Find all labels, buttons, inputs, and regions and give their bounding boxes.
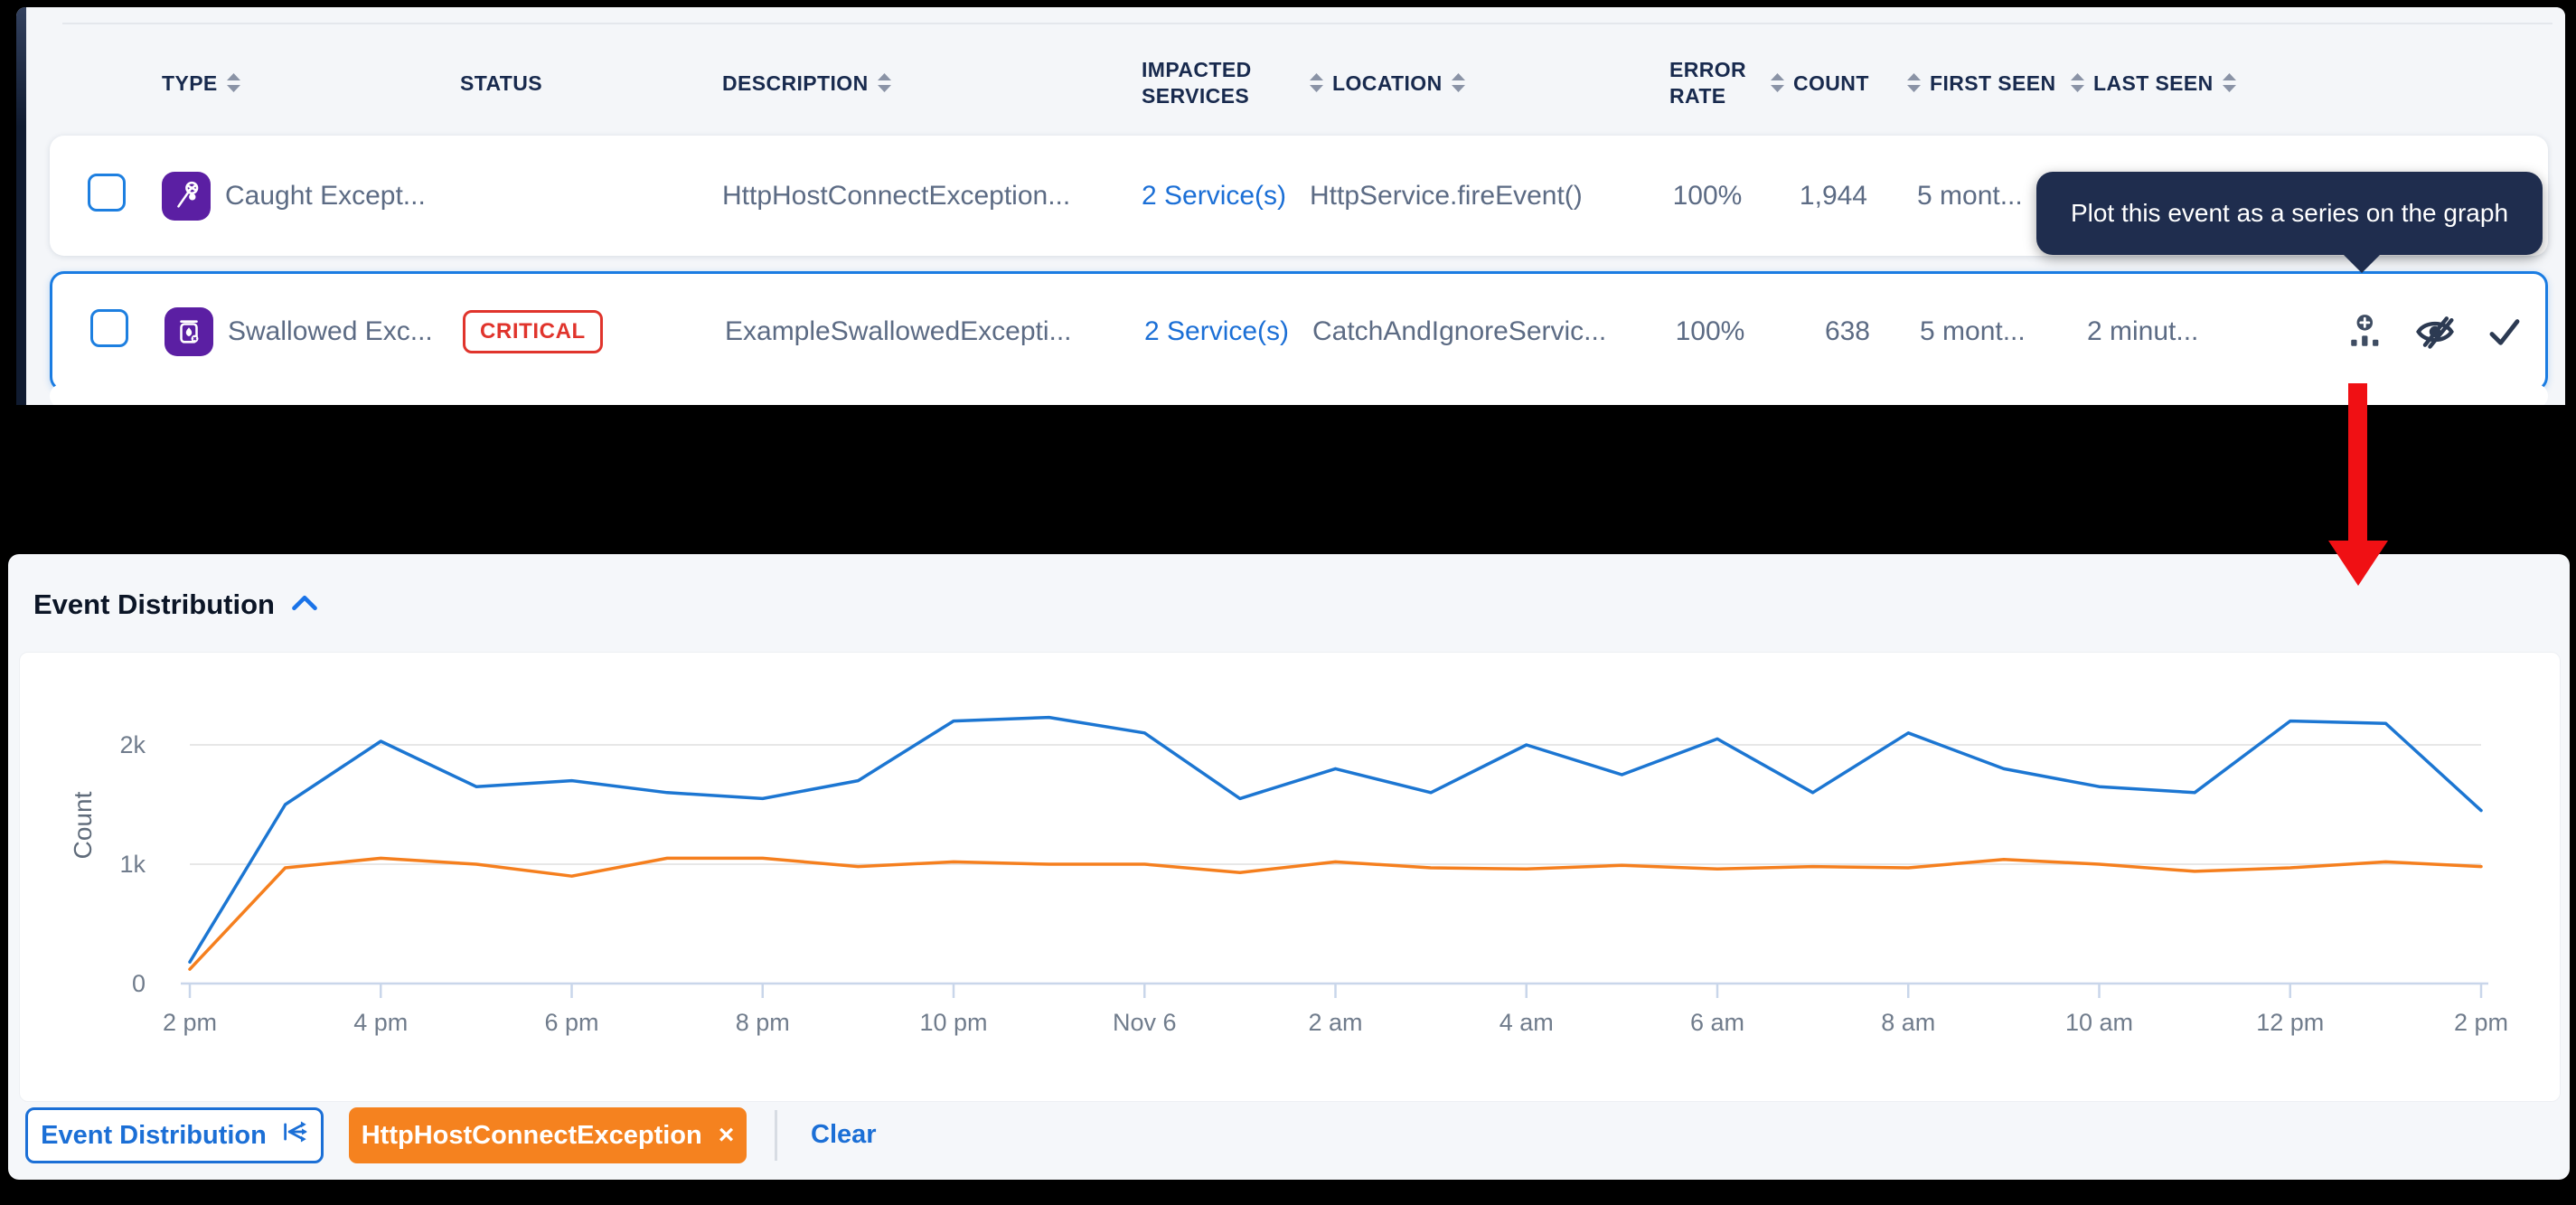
plot-event-tooltip: Plot this event as a series on the graph (2036, 172, 2543, 255)
column-header-count[interactable]: COUNT (1771, 71, 1893, 96)
column-header-status: STATUS (460, 71, 722, 96)
series-button-event-distribution[interactable]: Event Distribution (25, 1107, 324, 1163)
row-last-seen: 2 minut... (2063, 316, 2307, 347)
column-label-error-rate: ERROR RATE (1669, 57, 1760, 109)
row-location: HttpService.fireEvent() (1310, 181, 1644, 212)
sort-icon[interactable] (1452, 73, 1465, 93)
row-type-label: Caught Except... (225, 181, 426, 212)
next-row-partial (50, 384, 2548, 405)
sidebar-edge (16, 7, 26, 405)
row-location: CatchAndIgnoreServic... (1312, 316, 1647, 347)
column-label-location: LOCATION (1332, 71, 1443, 96)
row-type-label: Swallowed Exc... (228, 316, 433, 347)
sort-icon[interactable] (2071, 73, 2084, 93)
impacted-services-link[interactable]: 2 Service(s) (1123, 316, 1312, 347)
column-label-type: TYPE (162, 71, 218, 96)
chart-legend-row: Event Distribution HttpHostConnectExcept… (8, 1107, 2570, 1167)
clear-series-link[interactable]: Clear (811, 1120, 877, 1150)
row-first-seen: 5 mont... (1893, 181, 2060, 212)
resolve-check-icon[interactable] (2486, 312, 2524, 352)
column-header-impacted-services: IMPACTED SERVICES (1120, 57, 1277, 109)
table-header-row: TYPE STATUS DESCRIPTION IMPACTED SERVICE… (50, 34, 2544, 132)
row-count: 638 (1773, 316, 1895, 347)
column-header-location[interactable]: LOCATION (1310, 71, 1644, 96)
row-count: 1,944 (1771, 181, 1893, 212)
column-header-first-seen[interactable]: FIRST SEEN (1893, 71, 2060, 96)
column-label-first-seen: FIRST SEEN (1930, 71, 2055, 96)
sort-icon[interactable] (227, 73, 240, 93)
plot-series-icon[interactable] (2346, 312, 2384, 352)
sort-icon[interactable] (1907, 73, 1921, 93)
collapse-chevron-icon[interactable] (291, 588, 318, 621)
chart-card (19, 652, 2561, 1102)
annotation-arrow-head (2328, 541, 2388, 586)
header-divider (62, 23, 2552, 24)
hide-series-icon[interactable] (2415, 312, 2455, 352)
column-header-description[interactable]: DESCRIPTION (722, 71, 1120, 96)
critical-status-badge: CRITICAL (463, 310, 603, 353)
annotation-arrow (2348, 383, 2367, 542)
share-series-icon (281, 1118, 308, 1153)
sort-icon[interactable] (878, 73, 891, 93)
remove-series-icon[interactable]: × (719, 1120, 735, 1151)
column-header-last-seen[interactable]: LAST SEEN (2060, 71, 2304, 96)
sort-icon[interactable] (1310, 73, 1323, 93)
column-label-status: STATUS (460, 71, 542, 96)
series-chip-httphostconnectexception[interactable]: HttpHostConnectException × (349, 1107, 747, 1163)
series-chip-label: HttpHostConnectException (362, 1121, 702, 1151)
column-header-type[interactable]: TYPE (162, 71, 460, 96)
column-header-error-rate: ERROR RATE (1644, 57, 1760, 109)
caught-exception-icon (162, 172, 211, 221)
row-description: ExampleSwallowedExcepti... (725, 316, 1123, 347)
panel-title: Event Distribution (33, 588, 318, 621)
row-error-rate: 100% (1644, 181, 1771, 212)
sort-icon[interactable] (2223, 73, 2236, 93)
column-label-count: COUNT (1793, 71, 1869, 96)
row-error-rate: 100% (1647, 316, 1773, 347)
row-checkbox[interactable] (90, 309, 128, 347)
impacted-services-link[interactable]: 2 Service(s) (1120, 181, 1310, 212)
tooltip-text: Plot this event as a series on the graph (2071, 199, 2508, 228)
column-label-description: DESCRIPTION (722, 71, 869, 96)
swallowed-exception-icon (165, 307, 213, 356)
column-label-impacted-services: IMPACTED SERVICES (1142, 57, 1277, 109)
row-first-seen: 5 mont... (1895, 316, 2063, 347)
column-label-last-seen: LAST SEEN (2093, 71, 2214, 96)
event-distribution-panel: Event Distribution 01k2k2 pm4 pm6 pm8 pm… (8, 554, 2570, 1180)
legend-divider (775, 1110, 777, 1161)
row-description: HttpHostConnectException... (722, 181, 1120, 212)
sort-icon[interactable] (1771, 73, 1784, 93)
panel-title-text: Event Distribution (33, 588, 275, 621)
table-row-swallowed-exception[interactable]: Swallowed Exc... CRITICAL ExampleSwallow… (50, 271, 2548, 391)
series-button-label: Event Distribution (41, 1121, 267, 1151)
row-checkbox[interactable] (88, 174, 126, 212)
